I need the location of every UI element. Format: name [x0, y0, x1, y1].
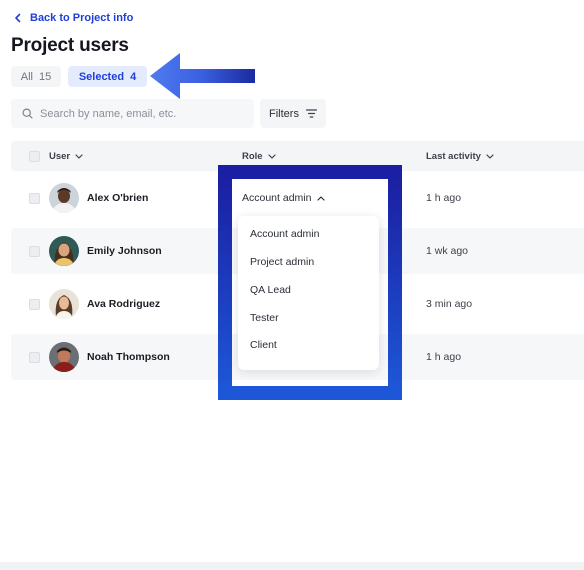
last-activity: 3 min ago	[426, 298, 473, 310]
column-user-label: User	[49, 150, 71, 162]
row-checkbox[interactable]	[29, 352, 40, 363]
role-option-qa-lead[interactable]: QA Lead	[250, 283, 291, 297]
role-select[interactable]: Account admin	[242, 190, 326, 206]
chevron-up-icon	[317, 195, 326, 201]
user-name: Noah Thompson	[87, 351, 170, 363]
tab-selected-label: Selected	[78, 70, 125, 83]
row-checkbox[interactable]	[29, 299, 40, 310]
search-icon	[22, 108, 33, 119]
column-role-label: Role	[242, 150, 263, 162]
filter-icon	[305, 109, 317, 118]
role-option-account-admin[interactable]: Account admin	[250, 227, 319, 241]
row-checkbox[interactable]	[29, 246, 40, 257]
chevron-down-icon	[486, 153, 494, 159]
tab-all-count: 15	[38, 70, 52, 83]
user-name: Ava Rodriguez	[87, 298, 161, 310]
search-input[interactable]	[40, 107, 240, 120]
tab-selected-count: 4	[130, 70, 137, 83]
page-title: Project users	[11, 35, 129, 56]
tab-all-label: All	[20, 70, 33, 83]
column-header-last-activity[interactable]: Last activity	[426, 141, 494, 171]
select-all-checkbox[interactable]	[29, 151, 40, 162]
avatar	[49, 289, 79, 319]
row-checkbox[interactable]	[29, 193, 40, 204]
role-dropdown-menu: Account admin Project admin QA Lead Test…	[238, 216, 379, 370]
filters-button[interactable]: Filters	[260, 99, 326, 128]
user-name: Alex O'brien	[87, 192, 149, 204]
user-name: Emily Johnson	[87, 245, 162, 257]
chevron-down-icon	[267, 153, 276, 159]
role-select-value: Account admin	[242, 192, 312, 204]
annotation-arrow-icon	[150, 53, 255, 99]
search-field[interactable]	[11, 99, 254, 128]
avatar	[49, 183, 79, 213]
last-activity: 1 h ago	[426, 351, 462, 363]
avatar	[49, 236, 79, 266]
footer-divider	[0, 562, 584, 570]
filters-label: Filters	[269, 107, 299, 120]
tab-all[interactable]: All 15	[11, 66, 61, 87]
tab-selected[interactable]: Selected 4	[68, 66, 147, 87]
role-option-project-admin[interactable]: Project admin	[250, 255, 314, 269]
chevron-left-icon	[15, 13, 21, 23]
chevron-down-icon	[75, 153, 83, 159]
last-activity: 1 h ago	[426, 192, 462, 204]
back-to-project-link[interactable]: Back to Project info	[14, 11, 133, 25]
back-link-label: Back to Project info	[30, 12, 134, 24]
last-activity: 1 wk ago	[426, 245, 469, 257]
role-option-client[interactable]: Client	[250, 338, 277, 352]
role-option-tester[interactable]: Tester	[250, 311, 279, 325]
column-header-user[interactable]: User	[49, 141, 83, 171]
column-last-activity-label: Last activity	[426, 150, 481, 162]
avatar	[49, 342, 79, 372]
